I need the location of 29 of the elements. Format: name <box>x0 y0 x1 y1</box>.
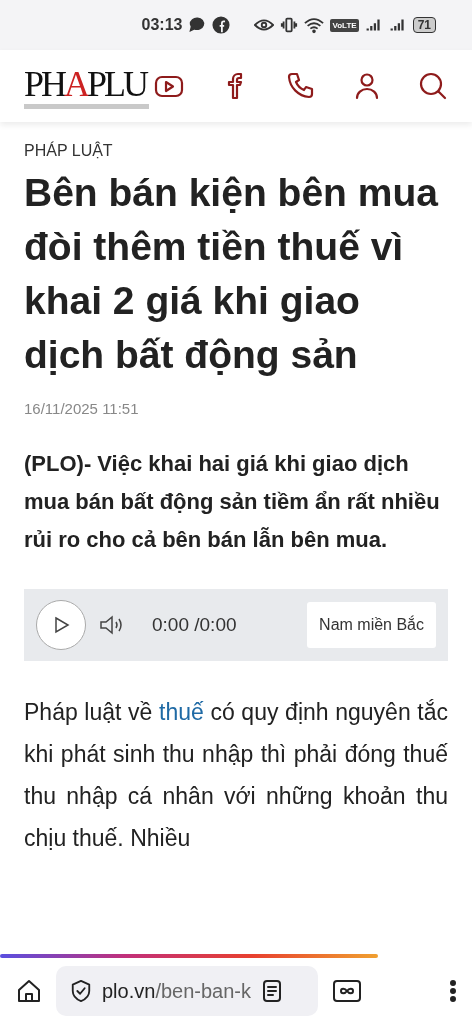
body-paragraph: Pháp luật về thuế có quy định nguyên tắc khi phát sinh thu nhập thì phải đóng thuế thu nhập cá nhân với những khoản thu chịu thuế. Nhiều <box>24 698 448 853</box>
article-lead: (PLO)- Việc khai hai giá khi giao dịch mua bán bất động sản tiềm ẩn rất nhiều rủi ro cho cả bên bán lẫn bên mua. <box>24 450 441 554</box>
shield-check-icon <box>70 979 92 1003</box>
url-text: plo.vn/ben-ban-k <box>102 979 251 1003</box>
site-logo[interactable]: PHAPLU <box>24 63 150 109</box>
volte-badge: VoLTE <box>330 18 359 32</box>
clock: 03:13 <box>141 16 183 34</box>
more-menu-icon[interactable] <box>448 978 458 1004</box>
wifi-icon <box>304 16 325 34</box>
infinity-tab-icon[interactable] <box>332 978 362 1004</box>
article-title: Bên bán kiện bên mua đòi thêm tiền thuế vì khai 2 giá khi giao dịch bất động sản <box>24 170 440 378</box>
chat-icon <box>188 16 207 34</box>
phone-icon[interactable] <box>286 71 316 101</box>
search-icon[interactable] <box>418 71 448 101</box>
signal-icon <box>388 17 407 33</box>
address-bar[interactable]: plo.vn/ben-ban-k <box>56 966 318 1016</box>
category-label[interactable]: PHÁP LUẬT <box>24 142 448 160</box>
battery-indicator: 71 <box>412 17 436 33</box>
reader-view-icon <box>261 979 283 1003</box>
publish-date: 16/11/2025 11:51 <box>24 400 140 417</box>
facebook-icon <box>212 16 231 34</box>
home-icon[interactable] <box>16 978 42 1004</box>
tax-link[interactable]: thuế <box>159 699 204 725</box>
voice-select[interactable]: Nam miền Bắc <box>307 602 436 648</box>
eye-icon <box>254 17 275 33</box>
vibrate-icon <box>280 16 299 34</box>
audio-time: 0:00 /0:00 <box>152 614 237 636</box>
signal-icon <box>364 17 383 33</box>
play-button[interactable] <box>36 600 86 650</box>
